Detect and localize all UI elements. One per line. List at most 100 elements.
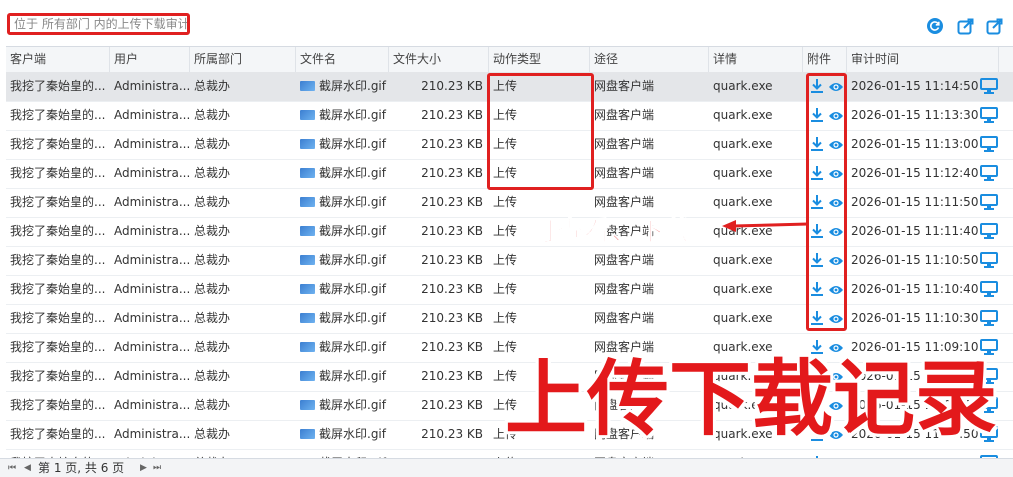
via-cell: 网盘客户端 [594,108,655,122]
user-cell: Administra... [114,137,190,151]
screen-monitor-icon[interactable] [980,310,998,326]
client-cell: 我挖了秦始皇的... [10,108,106,122]
client-cell: 我挖了秦始皇的... [10,137,106,151]
client-cell: 我挖了秦始皇的... [10,79,106,93]
table-row[interactable]: 我挖了秦始皇的... Administra... 总裁办 截屏水印.gif 210.23… [6,188,1013,218]
filename-cell: 截屏水印.gif [296,362,389,391]
screen-monitor-icon[interactable] [980,194,998,210]
filename-cell: 截屏水印.gif [296,420,389,449]
col-header-user[interactable]: 用户 [110,47,190,72]
table-row[interactable]: 我挖了秦始皇的... Administra... 总裁办 截屏水印.gif 210.23… [6,275,1013,305]
image-file-icon [300,197,315,207]
filename-text: 截屏水印.gif [319,253,386,267]
detail-cell: quark.exe [713,108,773,122]
image-file-icon [300,81,315,91]
toolbar: 位于 所有部门 内的上传下载审计 [0,0,1013,46]
user-cell: Administra... [114,166,190,180]
callout-text: 可查看、下载 [529,217,693,248]
overlay-title: 上传下载记录 [505,352,998,447]
filename-text: 截屏水印.gif [319,369,386,383]
action-highlight-box [487,73,594,190]
table-row[interactable]: 我挖了秦始皇的... Administra... 总裁办 截屏水印.gif 210.23… [6,304,1013,334]
table-row[interactable]: 我挖了秦始皇的... Administra... 总裁办 截屏水印.gif 210.23… [6,246,1013,276]
user-cell: Administra... [114,398,190,412]
col-header-action[interactable]: 动作类型 [489,47,590,72]
user-cell: Administra... [114,79,190,93]
dept-cell: 总裁办 [194,340,231,354]
user-cell: Administra... [114,253,190,267]
client-cell: 我挖了秦始皇的... [10,427,106,441]
via-cell: 网盘客户端 [594,253,655,267]
image-file-icon [300,371,315,381]
screen-monitor-icon[interactable] [980,281,998,297]
filesize-cell: 210.23 KB [421,340,483,354]
dept-cell: 总裁办 [194,79,231,93]
detail-cell: quark.exe [713,79,773,93]
filename-text: 截屏水印.gif [319,195,386,209]
user-cell: Administra... [114,311,190,325]
dept-cell: 总裁办 [194,108,231,122]
dept-cell: 总裁办 [194,137,231,151]
filename-text: 截屏水印.gif [319,340,386,354]
filename-text: 截屏水印.gif [319,282,386,296]
client-cell: 我挖了秦始皇的... [10,340,106,354]
client-cell: 我挖了秦始皇的... [10,195,106,209]
time-cell: 2026-01-15 11:10:40 [851,282,979,296]
col-header-detail[interactable]: 详情 [709,47,803,72]
filename-cell: 截屏水印.gif [296,275,389,304]
time-cell: 2026-01-15 11:11:50 [851,195,979,209]
client-cell: 我挖了秦始皇的... [10,166,106,180]
screen-monitor-icon[interactable] [980,165,998,181]
client-cell: 我挖了秦始皇的... [10,282,106,296]
table-row[interactable]: 我挖了秦始皇的... Administra... 总裁办 截屏水印.gif 210.23… [6,217,1013,247]
time-cell: 2026-01-15 11:10:30 [851,311,979,325]
screen-monitor-icon[interactable] [980,78,998,94]
col-header-attachment[interactable]: 附件 [803,47,847,72]
action-cell: 上传 [493,282,518,296]
col-header-filename[interactable]: 文件名 [296,47,389,72]
dept-cell: 总裁办 [194,166,231,180]
filename-text: 截屏水印.gif [319,166,386,180]
col-header-client[interactable]: 客户端 [6,47,110,72]
last-page-icon[interactable]: ⏭ [153,459,161,477]
filename-text: 截屏水印.gif [319,427,386,441]
screen-monitor-icon[interactable] [980,136,998,152]
first-page-icon[interactable]: ⏮ [8,459,16,477]
refresh-icon[interactable] [926,17,944,35]
image-file-icon [300,284,315,294]
filename-cell: 截屏水印.gif [296,217,389,246]
col-header-filesize[interactable]: 文件大小 [389,47,489,72]
detail-cell: quark.exe [713,195,773,209]
export-all-icon[interactable] [986,17,1004,35]
prev-page-icon[interactable]: ◀ [24,459,31,477]
filename-cell: 截屏水印.gif [296,188,389,217]
screen-monitor-icon[interactable] [980,223,998,239]
screen-monitor-icon[interactable] [980,252,998,268]
action-cell: 上传 [493,311,518,325]
filesize-cell: 210.23 KB [421,253,483,267]
filesize-cell: 210.23 KB [421,224,483,238]
screen-monitor-icon[interactable] [980,107,998,123]
dept-cell: 总裁办 [194,369,231,383]
col-header-via[interactable]: 途径 [590,47,709,72]
filesize-cell: 210.23 KB [421,195,483,209]
via-cell: 网盘客户端 [594,137,655,151]
detail-cell: quark.exe [713,253,773,267]
filesize-cell: 210.23 KB [421,282,483,296]
time-cell: 2026-01-15 11:10:50 [851,253,979,267]
image-file-icon [300,139,315,149]
client-cell: 我挖了秦始皇的... [10,369,106,383]
col-header-dept[interactable]: 所属部门 [190,47,296,72]
image-file-icon [300,429,315,439]
export-icon[interactable] [957,17,975,35]
user-cell: Administra... [114,282,190,296]
page-info: 第 1 页, 共 6 页 [38,461,125,475]
detail-cell: quark.exe [713,311,773,325]
user-cell: Administra... [114,427,190,441]
next-page-icon[interactable]: ▶ [140,459,147,477]
client-cell: 我挖了秦始皇的... [10,311,106,325]
filename-text: 截屏水印.gif [319,311,386,325]
image-file-icon [300,226,315,236]
filesize-cell: 210.23 KB [421,108,483,122]
col-header-time[interactable]: 审计时间 [847,47,999,72]
